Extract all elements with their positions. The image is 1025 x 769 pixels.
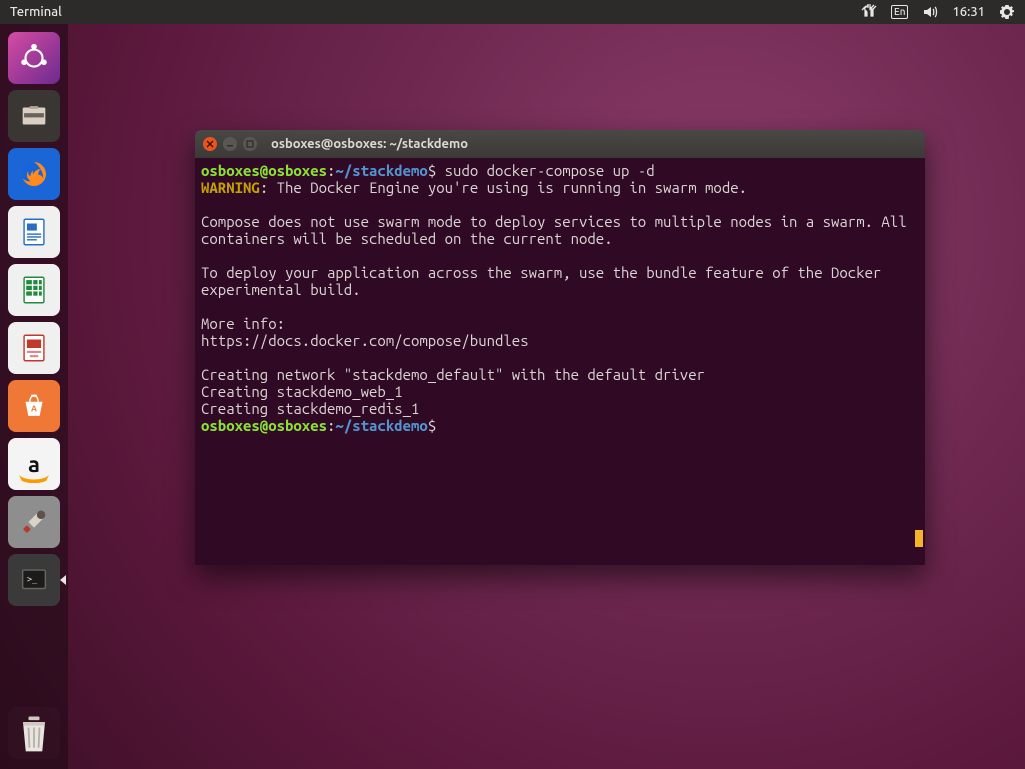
warning-label: WARNING (201, 179, 260, 196)
window-titlebar[interactable]: osboxes@osboxes: ~/stackdemo (195, 130, 925, 158)
window-close-button[interactable] (203, 137, 217, 151)
network-icon[interactable] (861, 0, 877, 24)
active-app-name: Terminal (10, 5, 62, 19)
terminal-output: Compose does not use swarm mode to deplo… (201, 213, 915, 247)
running-indicator-icon (60, 575, 66, 585)
window-title: osboxes@osboxes: ~/stackdemo (271, 137, 468, 151)
gear-icon[interactable] (999, 0, 1015, 24)
launcher-impress[interactable] (8, 322, 60, 374)
launcher-terminal[interactable]: >_ (8, 554, 60, 606)
terminal-command: sudo docker-compose up -d (445, 162, 655, 179)
terminal-output: To deploy your application across the sw… (201, 264, 890, 298)
prompt-path: ~/stackdemo (335, 417, 427, 434)
launcher-settings[interactable] (8, 496, 60, 548)
terminal-cursor (915, 530, 923, 547)
prompt-userhost: osboxes@osboxes (201, 417, 327, 434)
terminal-output: Creating stackdemo_redis_1 (201, 400, 419, 417)
svg-text:>_: >_ (27, 575, 38, 585)
prompt-symbol: $ (428, 162, 436, 179)
warning-text: : The Docker Engine you're using is runn… (260, 179, 747, 196)
top-panel: Terminal En 16:31 (0, 0, 1025, 24)
prompt-path: ~/stackdemo (335, 162, 427, 179)
input-method-indicator[interactable]: En (891, 0, 909, 24)
terminal-window[interactable]: osboxes@osboxes: ~/stackdemo osboxes@osb… (195, 130, 925, 565)
prompt-symbol: $ (428, 417, 436, 434)
terminal-body[interactable]: osboxes@osboxes:~/stackdemo$ sudo docker… (195, 158, 925, 565)
terminal-output: Creating network "stackdemo_default" wit… (201, 366, 705, 383)
svg-text:A: A (31, 404, 37, 414)
terminal-output: More info: (201, 315, 285, 332)
window-maximize-button[interactable] (243, 137, 257, 151)
volume-icon[interactable] (922, 0, 938, 24)
launcher-amazon[interactable]: a (8, 438, 60, 490)
launcher-writer[interactable] (8, 206, 60, 258)
terminal-output: Creating stackdemo_web_1 (201, 383, 403, 400)
prompt-userhost: osboxes@osboxes (201, 162, 327, 179)
launcher-files[interactable] (8, 90, 60, 142)
launcher-dash[interactable] (8, 32, 60, 84)
clock[interactable]: 16:31 (952, 0, 985, 24)
terminal-output-url: https://docs.docker.com/compose/bundles (201, 332, 529, 349)
launcher: A a >_ (0, 24, 68, 769)
launcher-calc[interactable] (8, 264, 60, 316)
window-minimize-button[interactable] (223, 137, 237, 151)
launcher-firefox[interactable] (8, 148, 60, 200)
launcher-trash[interactable] (8, 707, 60, 759)
launcher-software[interactable]: A (8, 380, 60, 432)
